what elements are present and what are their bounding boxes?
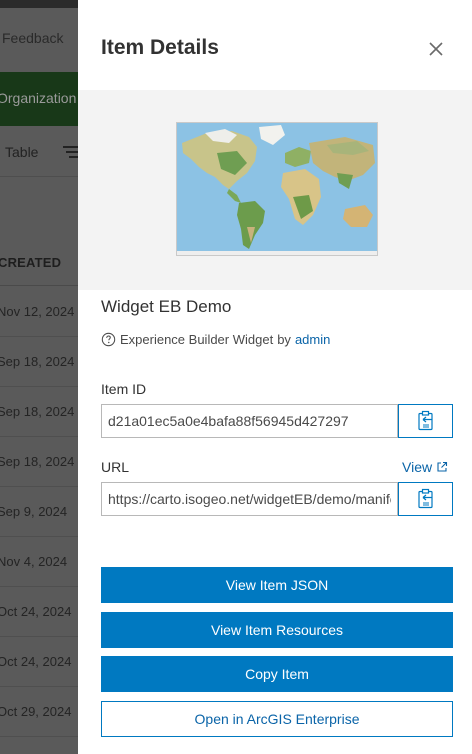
view-item-resources-button[interactable]: View Item Resources (101, 612, 453, 648)
background-table-row: Sep 9, 2024 (0, 487, 78, 537)
panel-title: Item Details (101, 36, 219, 59)
view-item-json-button[interactable]: View Item JSON (101, 567, 453, 603)
item-id-label: Item ID (101, 381, 147, 397)
background-created-date: Sep 18, 2024 (0, 454, 75, 469)
background-table-row: Oct 29, 2024 (0, 687, 78, 737)
owner-link[interactable]: admin (295, 332, 330, 347)
copy-item-id-button[interactable] (398, 404, 453, 438)
background-table-row: Nov 12, 2024 (0, 287, 78, 337)
open-in-enterprise-button[interactable]: Open in ArcGIS Enterprise (101, 701, 453, 737)
background-created-date: Oct 24, 2024 (0, 604, 72, 619)
view-url-link[interactable]: View (402, 459, 448, 475)
background-table-row: Sep 18, 2024 (0, 387, 78, 437)
background-created-date: Sep 9, 2024 (0, 504, 68, 519)
background-divider (0, 176, 78, 177)
item-type-line: Experience Builder Widget by admin (101, 332, 330, 347)
item-title: Widget EB Demo (101, 297, 232, 316)
help-icon (101, 332, 116, 347)
background-top-bar (0, 0, 78, 8)
background-created-date: Oct 24, 2024 (0, 654, 72, 669)
background-table-row: Sep 18, 2024 (0, 337, 78, 387)
background-created-column-header: CREATED (0, 255, 62, 270)
url-label: URL (101, 459, 130, 475)
background-created-date: Oct 29, 2024 (0, 704, 72, 719)
background-table-row: Oct 24, 2024 (0, 737, 78, 754)
item-id-row (101, 404, 453, 438)
external-link-icon (437, 461, 448, 472)
background-org-tab: Organization (0, 90, 77, 106)
close-icon[interactable] (424, 37, 448, 61)
view-link-label: View (402, 459, 433, 475)
background-table-view-label: Table (5, 144, 39, 160)
item-type-text: Experience Builder Widget (120, 332, 274, 347)
item-id-field[interactable] (101, 404, 398, 438)
background-table-row: Oct 24, 2024 (0, 587, 78, 637)
filter-icon (63, 146, 78, 158)
copy-url-button[interactable] (398, 482, 453, 516)
world-map-thumbnail (176, 122, 378, 256)
background-created-date: Sep 18, 2024 (0, 404, 75, 419)
world-map-image (177, 123, 377, 255)
close-icon-glyph (429, 42, 443, 56)
background-created-date: Sep 18, 2024 (0, 354, 75, 369)
clipboard-copy-icon (417, 488, 433, 509)
background-created-date: Nov 4, 2024 (0, 554, 68, 569)
background-table-row: Nov 4, 2024 (0, 537, 78, 587)
url-field[interactable] (101, 482, 398, 516)
clipboard-copy-icon (417, 410, 433, 431)
background-feedback-link: Feedback (2, 30, 64, 46)
url-row (101, 482, 453, 516)
by-label: by (277, 332, 291, 347)
background-created-date: Nov 12, 2024 (0, 304, 75, 319)
copy-item-button[interactable]: Copy Item (101, 656, 453, 692)
background-table-row: Sep 18, 2024 (0, 437, 78, 487)
background-table-row: Oct 24, 2024 (0, 637, 78, 687)
thumbnail-area (78, 90, 472, 290)
background-app: Feedback Organization Table CREATED Nov … (0, 0, 78, 754)
item-details-panel: Item Details Widget EB Demo Experience B… (78, 0, 472, 754)
